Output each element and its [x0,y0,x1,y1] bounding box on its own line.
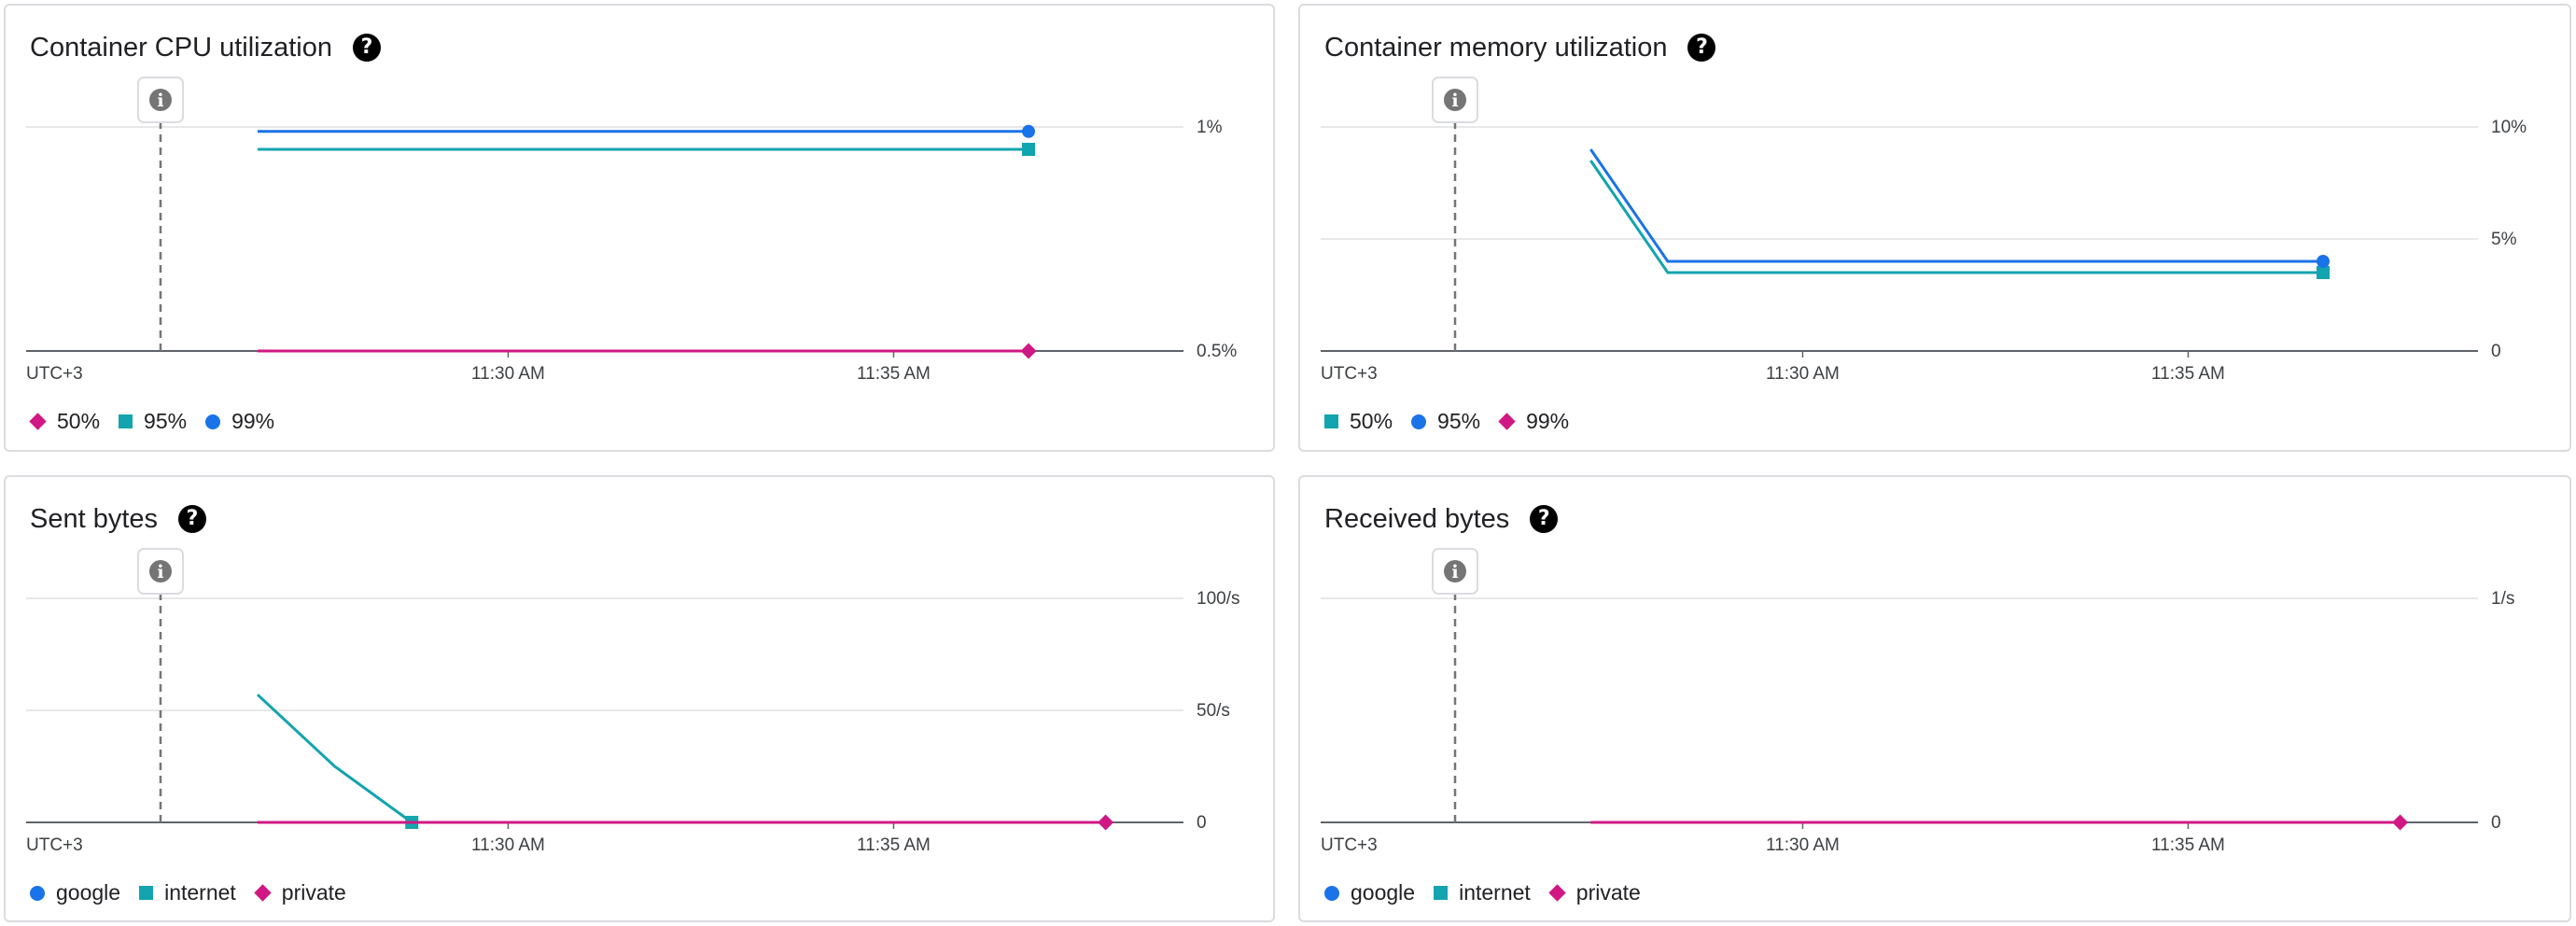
legend-label: 99% [231,409,275,433]
legend-item[interactable]: 99% [1498,409,1570,434]
x-tick-label: 11:35 AM [2151,835,2225,855]
x-tick-label: 11:30 AM [471,364,545,384]
received-bytes-card: Received bytes ? 1/s 0 UTC+3 11:30 AM 11:35 … [1298,475,2571,922]
legend-square-icon [139,886,154,900]
y-tick-label: 5% [2491,230,2517,249]
sent-bytes-card: Sent bytes ? 100/s 50/s 0 UTC+3 11:30 AM 11:3… [4,475,1275,922]
legend-item[interactable]: 50% [1324,409,1393,434]
y-tick-label: 0 [2491,813,2501,833]
cpu-chart: 1% 0.5% UTC+3 11:30 AM 11:35 AM i [26,77,1237,384]
chart-legend: google internet private [1324,880,1659,905]
legend-label: 95% [144,409,188,433]
series-line-50pct [1589,160,2323,274]
cpu-utilization-card: Container CPU utilization ? 1% 0.5% UTC+3 1… [4,4,1275,452]
legend-label: 50% [57,409,101,433]
timezone-label: UTC+3 [1321,364,1378,384]
legend-item[interactable]: 95% [1411,409,1480,434]
legend-label: internet [1459,880,1531,905]
x-tick-label: 11:30 AM [1766,835,1840,855]
x-tick-label: 11:30 AM [471,835,545,855]
legend-item[interactable]: 99% [205,409,274,434]
legend-item[interactable]: 50% [29,409,101,434]
legend-square-icon [119,414,133,428]
legend-item[interactable]: private [254,880,346,905]
legend-circle-icon [205,414,221,429]
legend-item[interactable]: google [30,880,120,905]
x-tick-label: 11:35 AM [857,364,931,384]
timezone-label: UTC+3 [26,364,83,384]
info-icon-glyph: i [1451,562,1458,582]
legend-label: google [56,880,121,905]
y-tick-label: 0 [1197,813,1207,833]
data-point-diamond [1020,343,1037,359]
legend-label: 99% [1526,409,1570,433]
info-icon-glyph: i [157,562,163,582]
y-tick-label: 50/s [1197,701,1230,721]
legend-item[interactable]: google [1324,880,1415,905]
info-icon-glyph: i [157,91,163,111]
legend-diamond-icon [1548,884,1566,902]
series-line-internet [256,694,413,824]
y-tick-label: 1% [1197,118,1223,137]
y-tick-label: 10% [2491,118,2527,137]
y-tick-label: 100/s [1197,589,1239,609]
timezone-label: UTC+3 [1321,835,1378,855]
legend-item[interactable]: private [1548,880,1641,905]
x-tick-label: 11:35 AM [857,835,931,855]
memory-chart: 10% 5% 0 UTC+3 11:30 AM 11:35 AM i [1321,77,2527,384]
data-point-square [1022,143,1035,156]
legend-item[interactable]: 95% [119,409,187,434]
chart-legend: google internet private [30,880,365,905]
legend-label: private [1575,880,1641,905]
data-point-square [2317,266,2330,279]
received-bytes-chart: 1/s 0 UTC+3 11:30 AM 11:35 AM i [1321,548,2514,855]
legend-label: google [1351,880,1416,905]
series-line-95pct [1589,148,2323,263]
legend-diamond-icon [1498,413,1516,430]
data-point-diamond [2392,814,2409,831]
legend-label: private [281,880,346,905]
legend-square-icon [1434,886,1449,900]
legend-label: internet [164,880,236,905]
data-point-diamond [1098,814,1114,831]
memory-utilization-card: Container memory utilization ? 10% 5% 0 UTC… [1298,4,2571,452]
x-tick-label: 11:35 AM [2151,364,2225,384]
chart-legend: 50% 95% 99% [29,409,293,434]
timezone-label: UTC+3 [26,835,83,855]
legend-item[interactable]: internet [1434,880,1531,905]
y-tick-label: 0.5% [1197,342,1237,361]
legend-diamond-icon [254,884,272,902]
legend-item[interactable]: internet [139,880,236,905]
y-tick-label: 1/s [2491,589,2514,609]
legend-circle-icon [1324,885,1339,901]
data-point-circle [1022,124,1035,138]
legend-circle-icon [30,885,45,901]
legend-label: 95% [1437,409,1481,433]
legend-circle-icon [1411,414,1427,429]
x-tick-label: 11:30 AM [1766,364,1840,384]
legend-square-icon [1324,414,1338,428]
legend-diamond-icon [29,413,47,430]
y-tick-label: 0 [2491,342,2501,361]
sent-bytes-chart: 100/s 50/s 0 UTC+3 11:30 AM 11:35 AM i [26,548,1239,855]
info-icon-glyph: i [1451,91,1458,111]
data-point-circle [2317,255,2330,268]
legend-label: 50% [1350,409,1393,433]
chart-legend: 50% 95% 99% [1324,409,1588,434]
